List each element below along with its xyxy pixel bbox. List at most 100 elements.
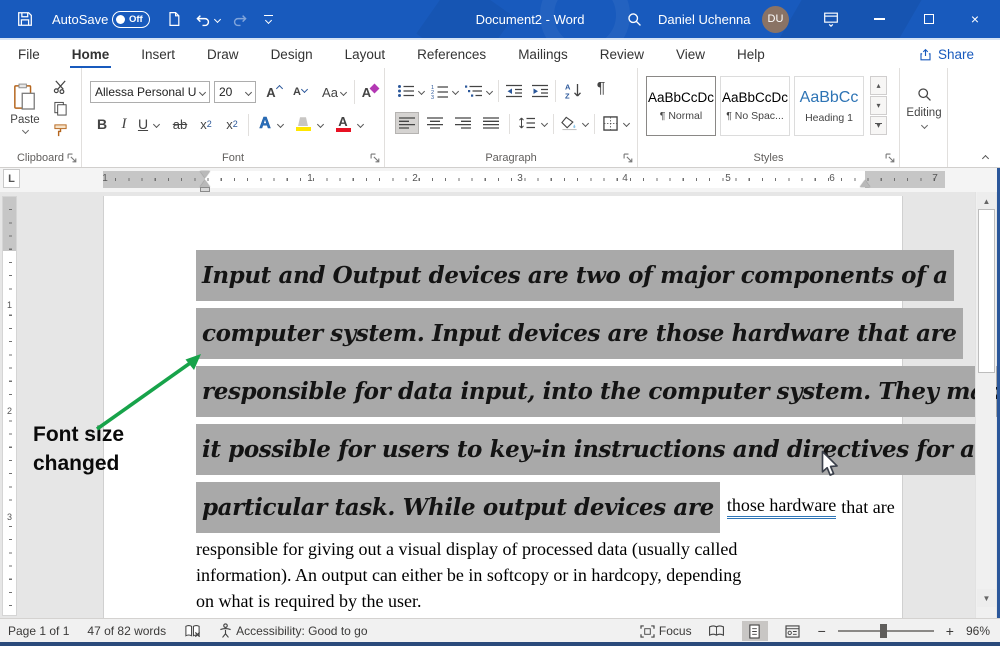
align-center-button[interactable] bbox=[423, 112, 447, 134]
font-name-dropdown-icon[interactable] bbox=[199, 88, 206, 95]
numbering-button[interactable]: 123 bbox=[429, 82, 451, 100]
scroll-down-icon[interactable]: ▼ bbox=[977, 589, 996, 607]
right-indent-marker[interactable] bbox=[860, 180, 870, 187]
body-text-line[interactable]: on what is required by the user. bbox=[196, 588, 896, 614]
increase-indent-button[interactable] bbox=[529, 82, 551, 100]
clear-formatting-button[interactable]: A bbox=[358, 80, 382, 104]
sort-button[interactable]: AZ bbox=[561, 80, 585, 100]
web-layout-button[interactable] bbox=[780, 621, 806, 641]
format-painter-button[interactable] bbox=[50, 122, 70, 138]
tab-stop-selector[interactable]: L bbox=[3, 169, 20, 188]
style-normal[interactable]: AaBbCcDc ¶ Normal bbox=[646, 76, 716, 136]
print-layout-button[interactable] bbox=[742, 621, 768, 641]
horizontal-ruler[interactable]: 1 1 2 3 4 5 6 7 bbox=[103, 171, 945, 188]
highlight-dropdown-icon[interactable] bbox=[314, 112, 326, 136]
text-effects-dropdown-icon[interactable] bbox=[274, 112, 286, 136]
font-color-dropdown-icon[interactable] bbox=[354, 112, 366, 136]
italic-button[interactable]: I bbox=[116, 112, 132, 136]
selected-text-line[interactable]: particular task. While output devices ar… bbox=[196, 482, 720, 533]
bullets-dropdown-icon[interactable] bbox=[416, 82, 426, 100]
style-heading-1[interactable]: AaBbCc Heading 1 bbox=[794, 76, 864, 136]
bullets-button[interactable] bbox=[395, 82, 417, 100]
borders-button[interactable] bbox=[599, 112, 621, 134]
paste-button[interactable]: Paste bbox=[8, 76, 42, 138]
word-count[interactable]: 47 of 82 words bbox=[87, 624, 166, 638]
style-no-spacing[interactable]: AaBbCcDc ¶ No Spac... bbox=[720, 76, 790, 136]
copy-button[interactable] bbox=[50, 100, 70, 116]
selected-text-line[interactable]: computer system. Input devices are those… bbox=[196, 308, 963, 359]
undo-dropdown-icon[interactable] bbox=[214, 15, 221, 22]
search-icon[interactable] bbox=[626, 0, 643, 38]
show-hide-pilcrow-button[interactable]: ¶ bbox=[591, 78, 611, 100]
selected-text-line[interactable]: responsible for data input, into the com… bbox=[196, 366, 1000, 417]
shading-dropdown-icon[interactable] bbox=[580, 112, 590, 134]
accessibility-status[interactable]: Accessibility: Good to go bbox=[219, 623, 367, 638]
scroll-up-icon[interactable]: ▲ bbox=[977, 192, 996, 210]
underline-dropdown-icon[interactable] bbox=[150, 112, 162, 136]
text-effects-button[interactable]: A bbox=[254, 112, 276, 136]
body-text-line[interactable]: information). An output can either be in… bbox=[196, 562, 896, 588]
tab-design[interactable]: Design bbox=[269, 42, 315, 67]
user-name[interactable]: Daniel Uchenna bbox=[658, 0, 751, 38]
zoom-level[interactable]: 96% bbox=[966, 624, 990, 638]
scrollbar-thumb[interactable] bbox=[978, 209, 995, 373]
first-line-indent-marker[interactable] bbox=[200, 171, 210, 178]
zoom-out-button[interactable]: − bbox=[818, 623, 826, 639]
zoom-slider[interactable] bbox=[838, 630, 934, 632]
tab-mailings[interactable]: Mailings bbox=[516, 42, 570, 67]
tab-draw[interactable]: Draw bbox=[205, 42, 241, 67]
subscript-button[interactable]: x2 bbox=[194, 112, 218, 136]
tab-insert[interactable]: Insert bbox=[139, 42, 177, 67]
tab-file[interactable]: File bbox=[16, 42, 42, 67]
ribbon-display-options-icon[interactable] bbox=[822, 0, 840, 38]
styles-dialog-launcher-icon[interactable] bbox=[885, 153, 896, 164]
close-button[interactable]: × bbox=[958, 0, 992, 38]
line-spacing-dropdown-icon[interactable] bbox=[539, 112, 549, 134]
paragraph-dialog-launcher-icon[interactable] bbox=[623, 153, 634, 164]
share-button[interactable]: Share bbox=[910, 43, 982, 66]
minimize-button[interactable] bbox=[862, 0, 896, 38]
read-mode-button[interactable] bbox=[704, 621, 730, 641]
numbering-dropdown-icon[interactable] bbox=[450, 82, 460, 100]
change-case-button[interactable]: Aa bbox=[318, 80, 350, 104]
body-text-line[interactable]: responsible for giving out a visual disp… bbox=[196, 536, 896, 562]
align-left-button[interactable] bbox=[395, 112, 419, 134]
shrink-font-button[interactable]: A bbox=[288, 80, 312, 104]
focus-button[interactable]: Focus bbox=[640, 624, 692, 638]
multilevel-dropdown-icon[interactable] bbox=[484, 82, 494, 100]
proofing-status-icon[interactable] bbox=[184, 624, 201, 638]
collapse-ribbon-icon[interactable] bbox=[982, 155, 989, 162]
undo-button[interactable] bbox=[194, 0, 220, 38]
tab-help[interactable]: Help bbox=[735, 42, 767, 67]
hyperlinked-text[interactable]: those hardware bbox=[727, 495, 836, 519]
document-text[interactable]: Input and Output devices are two of majo… bbox=[196, 246, 896, 614]
paste-dropdown-icon[interactable] bbox=[21, 126, 28, 133]
font-dialog-launcher-icon[interactable] bbox=[370, 153, 381, 164]
highlight-color-button[interactable] bbox=[292, 112, 314, 136]
strikethrough-button[interactable]: ab bbox=[168, 112, 192, 136]
selected-text-line[interactable]: Input and Output devices are two of majo… bbox=[196, 250, 954, 301]
vertical-scrollbar[interactable]: ▲ ▼ bbox=[975, 192, 996, 618]
justify-button[interactable] bbox=[479, 112, 503, 134]
font-color-button[interactable]: A bbox=[332, 112, 354, 136]
document-page[interactable]: Input and Output devices are two of majo… bbox=[103, 196, 903, 618]
vertical-ruler[interactable]: 1 2 3 bbox=[2, 196, 17, 616]
hanging-indent-marker[interactable] bbox=[200, 180, 210, 187]
align-right-button[interactable] bbox=[451, 112, 475, 134]
superscript-button[interactable]: x2 bbox=[220, 112, 244, 136]
bold-button[interactable]: B bbox=[92, 112, 112, 136]
multilevel-list-button[interactable] bbox=[463, 82, 485, 100]
styles-more-icon[interactable]: ▾ bbox=[870, 116, 887, 135]
font-size-combo[interactable]: 20 bbox=[214, 81, 256, 103]
styles-scroll-down-icon[interactable]: ▾ bbox=[870, 96, 887, 115]
zoom-slider-thumb[interactable] bbox=[880, 624, 887, 638]
tab-view[interactable]: View bbox=[674, 42, 707, 67]
new-document-icon[interactable] bbox=[166, 0, 182, 38]
grow-font-button[interactable]: A bbox=[262, 80, 286, 104]
clipboard-dialog-launcher-icon[interactable] bbox=[67, 153, 78, 164]
cut-button[interactable] bbox=[50, 78, 70, 94]
zoom-in-button[interactable]: + bbox=[946, 623, 954, 639]
font-size-dropdown-icon[interactable] bbox=[245, 88, 252, 95]
page-count[interactable]: Page 1 of 1 bbox=[8, 624, 69, 638]
quick-access-menu-icon[interactable] bbox=[264, 0, 273, 38]
